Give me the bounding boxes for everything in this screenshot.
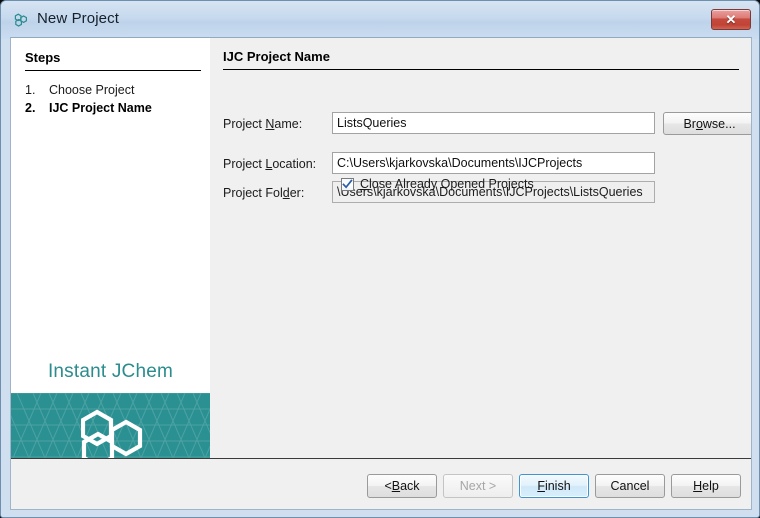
step-item-ijc-project-name[interactable]: 2. IJC Project Name [25, 101, 152, 115]
steps-heading: Steps [25, 50, 61, 65]
close-opened-projects-checkbox-row[interactable]: Close Already Opened Projects [341, 177, 534, 191]
page-title-rule [223, 69, 739, 70]
brand-title: Instant JChem [47, 361, 174, 382]
next-button: Next > [443, 474, 513, 498]
page-title: IJC Project Name [223, 49, 330, 64]
jchem-hexagon-icon [12, 11, 30, 29]
step-number: 2. [25, 101, 36, 115]
button-bar: < Back Next > Finish Cancel Help [11, 459, 751, 509]
project-name-input[interactable] [332, 112, 655, 134]
cancel-button[interactable]: Cancel [595, 474, 665, 498]
step-label: IJC Project Name [49, 101, 152, 115]
close-opened-projects-checkbox[interactable] [341, 177, 354, 191]
step-number: 1. [25, 83, 36, 97]
close-opened-projects-label: Close Already Opened Projects [360, 177, 534, 191]
steps-heading-rule [25, 70, 201, 71]
dialog-client-area: Steps 1. Choose Project 2. IJC Project Nam… [10, 37, 752, 510]
window-title: New Project [37, 10, 119, 27]
browse-button[interactable]: Br o wse... [663, 112, 751, 135]
project-location-label: Project Location: [223, 157, 317, 171]
help-button[interactable]: Help [671, 474, 741, 498]
project-name-label: Project Name: [223, 117, 303, 131]
step-item-choose-project[interactable]: 1. Choose Project [25, 83, 134, 97]
close-button[interactable]: ✕ [711, 9, 751, 30]
back-button[interactable]: < Back [367, 474, 437, 498]
check-icon [342, 178, 353, 188]
project-folder-label: Project Folder: [223, 186, 305, 200]
new-project-dialog: New Project ✕ Steps 1. Choose Project 2. I… [0, 0, 760, 518]
project-location-input[interactable] [332, 152, 655, 174]
close-icon: ✕ [725, 11, 737, 27]
finish-button[interactable]: Finish [519, 474, 589, 498]
steps-pane: Steps 1. Choose Project 2. IJC Project Nam… [11, 38, 210, 486]
step-label: Choose Project [49, 83, 135, 97]
form-pane: IJC Project Name Project Name: Project L… [210, 38, 751, 458]
title-bar: New Project ✕ [1, 1, 759, 39]
